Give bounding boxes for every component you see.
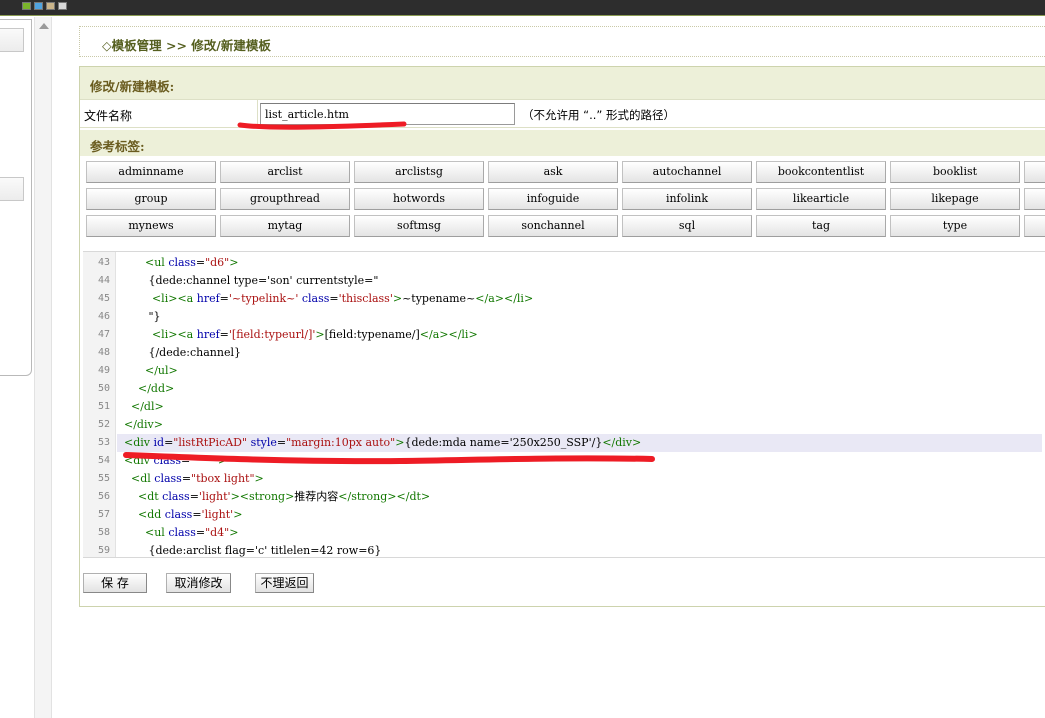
app-icon-tan[interactable] — [46, 2, 55, 10]
tag-button-bookcontentlist[interactable]: bookcontentlist — [756, 161, 886, 183]
line-number: 57 — [97, 509, 110, 520]
code-line[interactable]: </div> — [117, 416, 1042, 434]
tag-button-partial[interactable] — [1024, 215, 1045, 237]
line-number: 45 — [97, 293, 110, 304]
line-number: 47 — [97, 329, 110, 340]
line-number-gutter: 43 44 45 46 47 48 49 50 51 52 53 54 55 56 57 58 59 — [83, 252, 116, 557]
back-button[interactable]: 不理返回 — [255, 573, 314, 593]
breadcrumb: ◇模板管理 >> 修改/新建模板 — [102, 38, 271, 53]
app-icon-green[interactable] — [22, 2, 31, 10]
tag-button-ask[interactable]: ask — [488, 161, 618, 183]
left-menu-panel — [0, 19, 32, 376]
tag-button-likearticle[interactable]: likearticle — [756, 188, 886, 210]
tag-button-arclist[interactable]: arclist — [220, 161, 350, 183]
save-button[interactable]: 保 存 — [83, 573, 147, 593]
tag-button-group[interactable]: group — [86, 188, 216, 210]
left-menu-item[interactable] — [0, 177, 24, 201]
code-line[interactable]: <dt class='light'><strong>推荐内容</strong><… — [117, 488, 1042, 506]
tag-button-sql[interactable]: sql — [622, 215, 752, 237]
code-line[interactable]: </dl> — [117, 398, 1042, 416]
line-number: 52 — [97, 419, 110, 430]
app-icon-blue[interactable] — [34, 2, 43, 10]
app-icon-gray[interactable] — [58, 2, 67, 10]
line-number: 46 — [97, 311, 110, 322]
tag-button-infoguide[interactable]: infoguide — [488, 188, 618, 210]
code-line[interactable]: </dd> — [117, 380, 1042, 398]
line-number: 43 — [97, 257, 110, 268]
tag-button-mynews[interactable]: mynews — [86, 215, 216, 237]
breadcrumb-bar: ◇模板管理 >> 修改/新建模板 — [79, 26, 1045, 57]
section-header: 修改/新建模板: — [80, 67, 1045, 99]
code-line[interactable]: <ul class="d4"> — [117, 524, 1042, 542]
tag-button-tag[interactable]: tag — [756, 215, 886, 237]
line-number: 49 — [97, 365, 110, 376]
tag-button-type[interactable]: type — [890, 215, 1020, 237]
tag-button-infolink[interactable]: infolink — [622, 188, 752, 210]
tag-button-autochannel[interactable]: autochannel — [622, 161, 752, 183]
template-code-editor[interactable]: 43 44 45 46 47 48 49 50 51 52 53 54 55 56 57 58 59 <ul c… — [83, 251, 1045, 558]
file-name-input[interactable] — [260, 103, 515, 125]
tags-title: 参考标签: — [90, 139, 145, 154]
code-line[interactable]: <li><a href='~typelink~' class='thisclas… — [117, 290, 1042, 308]
line-number: 44 — [97, 275, 110, 286]
code-line[interactable]: <div id="listRtPicAD" style="margin:10px… — [117, 434, 1042, 452]
line-number: 50 — [97, 383, 110, 394]
frame-scrollbar[interactable] — [34, 17, 52, 718]
file-name-row: 文件名称 （不允许用 “..” 形式的路径） — [80, 99, 1045, 128]
line-number: 53 — [97, 437, 110, 448]
tag-button-arclistsg[interactable]: arclistsg — [354, 161, 484, 183]
file-name-hint: （不允许用 “..” 形式的路径） — [522, 108, 676, 122]
line-number: 51 — [97, 401, 110, 412]
tag-button-booklist[interactable]: booklist — [890, 161, 1020, 183]
code-line[interactable]: "} — [117, 308, 1042, 326]
left-menu-item[interactable] — [0, 28, 24, 52]
tag-button-partial[interactable] — [1024, 188, 1045, 210]
code-line[interactable]: </ul> — [117, 362, 1042, 380]
line-number: 48 — [97, 347, 110, 358]
tag-button-mytag[interactable]: mytag — [220, 215, 350, 237]
tag-button-softmsg[interactable]: softmsg — [354, 215, 484, 237]
tag-button-sonchannel[interactable]: sonchannel — [488, 215, 618, 237]
tag-button-groupthread[interactable]: groupthread — [220, 188, 350, 210]
tags-header: 参考标签: — [80, 130, 1045, 156]
top-bar — [0, 0, 1045, 16]
scroll-up-arrow-icon[interactable] — [39, 23, 49, 29]
tag-button-adminname[interactable]: adminname — [86, 161, 216, 183]
code-line[interactable]: {/dede:channel} — [117, 344, 1042, 362]
tag-button-likepage[interactable]: likepage — [890, 188, 1020, 210]
tag-button-hotwords[interactable]: hotwords — [354, 188, 484, 210]
line-number: 54 — [97, 455, 110, 466]
code-line[interactable]: {dede:channel type='son' currentstyle=" — [117, 272, 1042, 290]
code-line[interactable]: <dd class='light'> — [117, 506, 1042, 524]
tag-button-partial[interactable] — [1024, 161, 1045, 183]
cancel-changes-button[interactable]: 取消修改 — [166, 573, 231, 593]
line-number: 59 — [97, 545, 110, 556]
file-name-label: 文件名称 — [80, 100, 258, 127]
section-title: 修改/新建模板: — [90, 79, 175, 94]
template-editor-form: 修改/新建模板: 文件名称 （不允许用 “..” 形式的路径） 参考标签: ad… — [79, 66, 1045, 607]
code-line[interactable]: <li><a href='[field:typeurl/]'>[field:ty… — [117, 326, 1042, 344]
line-number: 55 — [97, 473, 110, 484]
action-buttons-row: 保 存 取消修改 不理返回 — [80, 565, 1045, 607]
code-line[interactable]: <div class=" "> — [117, 452, 1042, 470]
line-number: 56 — [97, 491, 110, 502]
code-line[interactable]: <ul class="d6"> — [117, 254, 1042, 272]
code-line[interactable]: {dede:arclist flag='c' titlelen=42 row=6… — [117, 542, 1042, 557]
line-number: 58 — [97, 527, 110, 538]
code-line[interactable]: <dl class="tbox light"> — [117, 470, 1042, 488]
